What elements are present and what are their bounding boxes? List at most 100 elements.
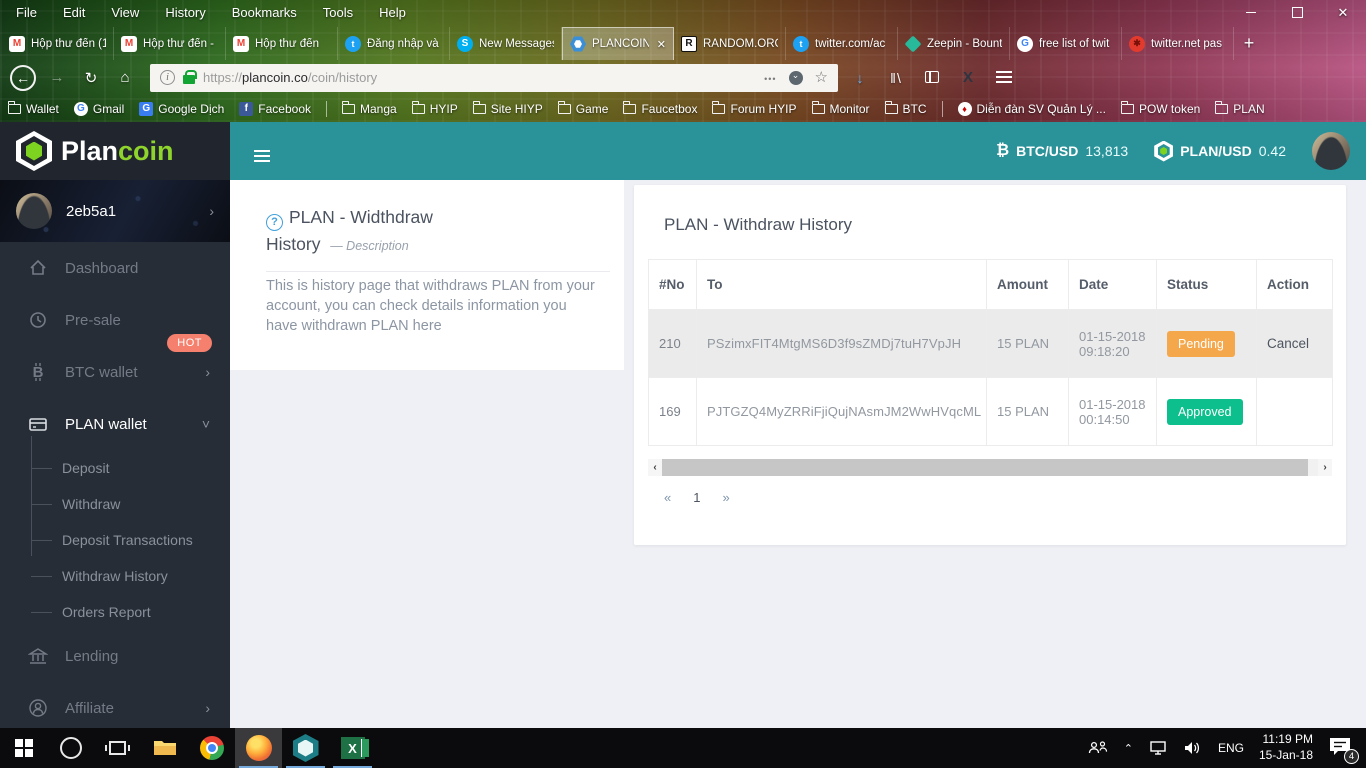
sidebars-icon[interactable] bbox=[925, 70, 939, 83]
scroll-left-icon[interactable]: ‹ bbox=[648, 459, 662, 476]
page-actions-icon[interactable] bbox=[764, 69, 776, 87]
bookmark-hyip[interactable]: HYIP bbox=[411, 101, 458, 116]
bookmark-btc[interactable]: BTC bbox=[884, 101, 927, 116]
cancel-button[interactable]: Cancel bbox=[1267, 336, 1309, 351]
downloads-icon[interactable] bbox=[846, 70, 874, 86]
horizontal-scrollbar[interactable]: ‹ › bbox=[648, 459, 1332, 476]
sidebar-subitem-withdraw-history[interactable]: Withdraw History bbox=[0, 558, 230, 594]
bookmark-star-icon[interactable] bbox=[815, 68, 828, 87]
menu-history[interactable]: History bbox=[165, 5, 205, 20]
language-indicator[interactable]: ENG bbox=[1218, 741, 1244, 755]
minimize-icon[interactable] bbox=[1228, 0, 1274, 25]
plancoin-app-icon bbox=[292, 734, 319, 762]
restore-icon[interactable] bbox=[1274, 0, 1320, 25]
bookmark-separator bbox=[941, 100, 943, 117]
tab-label: twitter.net pas bbox=[1151, 37, 1222, 50]
pocket-icon[interactable] bbox=[788, 70, 803, 85]
taskbar-clock[interactable]: 11:19 PM 15-Jan-18 bbox=[1259, 732, 1313, 763]
task-view-button[interactable] bbox=[94, 728, 141, 768]
network-icon[interactable] bbox=[1148, 740, 1168, 756]
sidebar-item-plan-wallet[interactable]: PLAN wallet ˅ bbox=[0, 398, 230, 450]
page-info-icon[interactable] bbox=[160, 70, 175, 85]
back-icon[interactable]: ← bbox=[10, 64, 36, 91]
sidebar-subitem-orders-report[interactable]: Orders Report bbox=[0, 594, 230, 630]
people-icon[interactable] bbox=[1087, 740, 1109, 756]
tab-google-search[interactable]: G free list of twit bbox=[1010, 27, 1122, 60]
menu-edit[interactable]: Edit bbox=[63, 5, 85, 20]
bookmark-gmail[interactable]: G Gmail bbox=[73, 101, 124, 116]
sidebar-subitem-deposit-transactions[interactable]: Deposit Transactions bbox=[0, 522, 230, 558]
scroll-right-icon[interactable]: › bbox=[1318, 459, 1332, 476]
folder-icon bbox=[811, 101, 825, 114]
tab-twitter-login[interactable]: t Đăng nhập và bbox=[338, 27, 450, 60]
bookmark-faucetbox[interactable]: Faucetbox bbox=[623, 101, 697, 116]
bookmark-wallet[interactable]: Wallet bbox=[8, 101, 59, 116]
excel-button[interactable]: X bbox=[329, 728, 376, 768]
pagination-next[interactable]: » bbox=[722, 490, 729, 505]
firefox-menu-icon[interactable] bbox=[996, 70, 1012, 73]
tab-twitter[interactable]: t twitter.com/ac bbox=[786, 27, 898, 60]
tab-zeepin[interactable]: Zeepin - Bount bbox=[898, 27, 1010, 60]
sidebar-toggle-icon[interactable] bbox=[254, 150, 270, 152]
tab-plancoin-active[interactable]: PLANCOIN ✕ bbox=[562, 27, 674, 60]
bookmark-site-hiyp[interactable]: Site HIYP bbox=[472, 101, 543, 116]
menu-view[interactable]: View bbox=[111, 5, 139, 20]
start-button[interactable] bbox=[0, 728, 47, 768]
file-explorer-button[interactable] bbox=[141, 728, 188, 768]
sidebar-item-lending[interactable]: Lending bbox=[0, 630, 230, 682]
chrome-button[interactable] bbox=[188, 728, 235, 768]
sidebar-item-btc-wallet[interactable]: HOT B BTC wallet › bbox=[0, 334, 230, 398]
sidebar-item-dashboard[interactable]: Dashboard bbox=[0, 242, 230, 294]
menu-bookmarks[interactable]: Bookmarks bbox=[232, 5, 297, 20]
scrollbar-track[interactable] bbox=[662, 459, 1318, 476]
show-hidden-icons-chevron[interactable]: ⌃ bbox=[1124, 742, 1133, 755]
pagination-prev[interactable]: « bbox=[664, 490, 671, 505]
bookmark-forum-hyip[interactable]: Forum HYIP bbox=[712, 101, 797, 116]
url-text[interactable]: https://plancoin.co/coin/history bbox=[203, 70, 756, 85]
home-icon[interactable]: ⌂ bbox=[112, 69, 138, 86]
bookmark-label: Facebook bbox=[258, 101, 311, 116]
bookmark-dien-dan[interactable]: ♦ Diễn đàn SV Quản Lý ... bbox=[957, 101, 1106, 116]
library-icon[interactable] bbox=[882, 70, 910, 86]
sidebar-user-panel[interactable]: 2eb5a1 › bbox=[0, 180, 230, 242]
menu-tools[interactable]: Tools bbox=[323, 5, 353, 20]
tab-gmail-3[interactable]: M Hộp thư đến bbox=[226, 27, 338, 60]
sidebar-item-affiliate[interactable]: Affiliate › bbox=[0, 682, 230, 734]
extension-x-icon[interactable]: X bbox=[954, 69, 982, 86]
action-center-button[interactable]: 4 bbox=[1328, 736, 1359, 764]
home-icon bbox=[30, 259, 46, 275]
tab-skype[interactable]: S New Messages bbox=[450, 27, 562, 60]
reload-icon[interactable]: ↻ bbox=[78, 69, 104, 87]
close-icon[interactable] bbox=[1320, 0, 1366, 25]
plancoin-app-button[interactable] bbox=[282, 728, 329, 768]
address-bar[interactable]: https://plancoin.co/coin/history bbox=[150, 63, 838, 92]
cortana-search-button[interactable] bbox=[47, 728, 94, 768]
pagination-page-1[interactable]: 1 bbox=[693, 490, 700, 505]
tab-gmail-2[interactable]: M Hộp thư đến - bbox=[114, 27, 226, 60]
tab-twitter-net[interactable]: ✱ twitter.net pas bbox=[1122, 27, 1234, 60]
tab-random-org[interactable]: R RANDOM.ORG bbox=[674, 27, 786, 60]
bookmark-game[interactable]: Game bbox=[557, 101, 608, 116]
plancoin-logo[interactable]: Plancoin bbox=[0, 122, 230, 180]
cell-action bbox=[1256, 377, 1333, 446]
user-avatar[interactable] bbox=[1312, 132, 1350, 170]
volume-icon[interactable] bbox=[1183, 740, 1203, 756]
bookmark-label: Wallet bbox=[26, 101, 59, 116]
firefox-button-active[interactable] bbox=[235, 728, 282, 768]
bookmark-pow-token[interactable]: POW token bbox=[1120, 101, 1200, 116]
scrollbar-thumb[interactable] bbox=[662, 459, 1309, 476]
bookmark-google-translate[interactable]: G Google Dịch bbox=[139, 101, 224, 116]
sidebar-subitem-deposit[interactable]: Deposit bbox=[0, 450, 230, 486]
bookmark-manga[interactable]: Manga bbox=[342, 101, 397, 116]
bookmark-facebook[interactable]: f Facebook bbox=[239, 101, 311, 116]
menu-file[interactable]: File bbox=[16, 5, 37, 20]
sidebar-subitem-withdraw[interactable]: Withdraw bbox=[0, 486, 230, 522]
new-tab-button[interactable]: + bbox=[1234, 27, 1264, 60]
folder-icon bbox=[1120, 101, 1134, 114]
bookmark-monitor[interactable]: Monitor bbox=[811, 101, 870, 116]
menu-help[interactable]: Help bbox=[379, 5, 406, 20]
tab-gmail-1[interactable]: M Hộp thư đến (1 bbox=[2, 27, 114, 60]
forward-icon[interactable]: → bbox=[44, 69, 70, 86]
tab-close-icon[interactable]: ✕ bbox=[655, 38, 666, 51]
bookmark-plan[interactable]: PLAN bbox=[1215, 101, 1265, 116]
